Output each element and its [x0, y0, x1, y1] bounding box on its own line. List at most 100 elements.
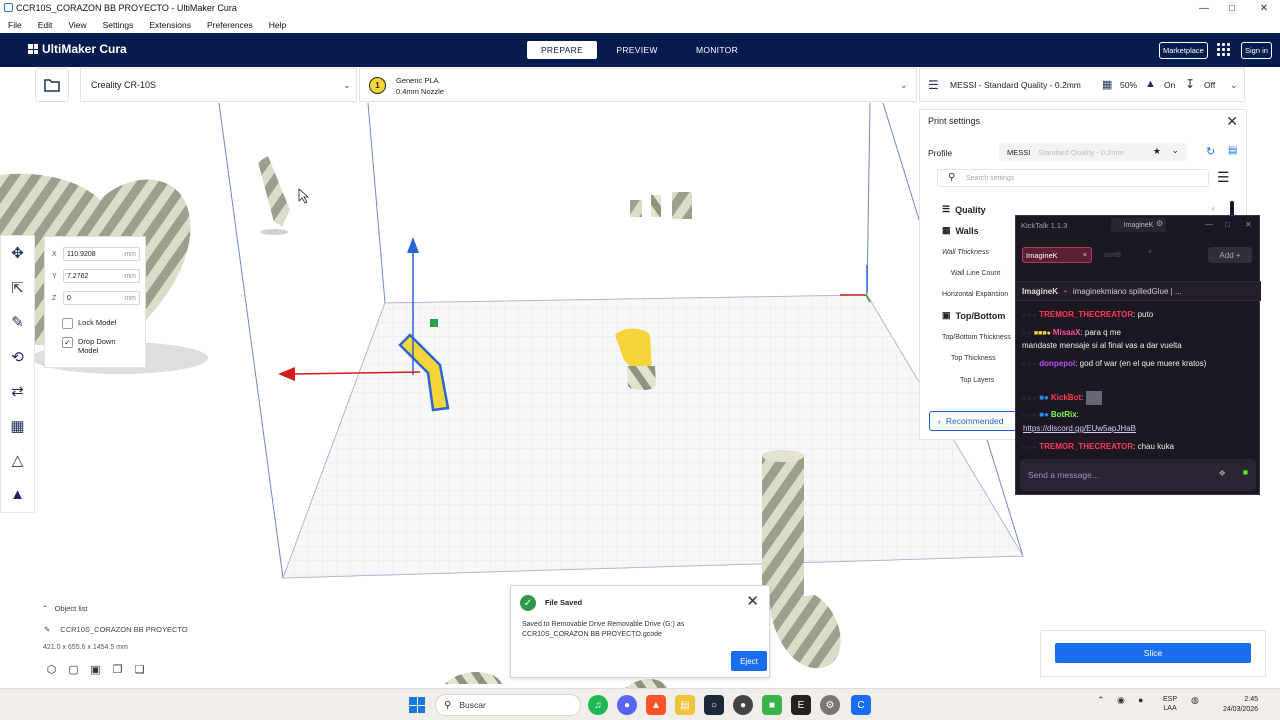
mirror-tool-icon[interactable]: ⇄ — [1, 374, 35, 409]
close-icon[interactable]: × — [1148, 249, 1152, 256]
menu-view[interactable]: View — [60, 20, 94, 30]
close-icon[interactable]: ✕ — [1245, 220, 1252, 229]
network-icon[interactable]: ◉ — [1117, 695, 1125, 706]
channel-chip[interactable]: ImagineK × — [1022, 247, 1092, 263]
menu-help[interactable]: Help — [261, 20, 294, 30]
minimize-icon[interactable]: — — [1205, 220, 1213, 229]
chat-link[interactable]: https://discord.gg/EUw5apJHaB — [1023, 424, 1136, 433]
checkmark-icon[interactable]: ✓ — [62, 337, 73, 348]
kick-emote-icon[interactable]: ■ — [1243, 467, 1248, 477]
search-settings-input[interactable]: ⚲ Search settings — [937, 169, 1209, 187]
menu-edit[interactable]: Edit — [30, 20, 61, 30]
epic-games-icon[interactable]: E — [791, 695, 811, 715]
chevron-up-icon[interactable]: ⌃ — [1097, 695, 1105, 706]
slice-button[interactable]: Slice — [1055, 643, 1251, 663]
close-icon[interactable]: × — [1083, 250, 1087, 259]
marketplace-button[interactable]: Marketplace — [1159, 42, 1208, 59]
taskbar-search[interactable]: ⚲ Buscar — [435, 694, 581, 716]
discord-icon[interactable]: ● — [617, 695, 637, 715]
move-tool-icon[interactable]: ✥ — [1, 236, 35, 271]
setting-wall-thickness[interactable]: Wall Thickness — [942, 249, 989, 256]
chat-user[interactable]: TREMOR_THECREATOR — [1039, 442, 1133, 451]
menu-file[interactable]: File — [0, 20, 30, 30]
chat-user[interactable]: BotRix — [1051, 410, 1077, 419]
brave-icon[interactable]: ▲ — [646, 695, 666, 715]
setting-top-thickness[interactable]: Top Thickness — [951, 355, 996, 362]
recommended-button[interactable]: ‹ Recommended — [929, 411, 1024, 431]
maximize-icon[interactable]: □ — [1225, 220, 1230, 229]
tab-prepare[interactable]: PREPARE — [527, 41, 597, 59]
add-channel-button[interactable]: Add + — [1208, 247, 1252, 263]
spotify-icon[interactable]: ♫ — [588, 695, 608, 715]
file-explorer-icon[interactable]: ▤ — [675, 695, 695, 715]
setting-top-layers[interactable]: Top Layers — [960, 377, 994, 384]
chat-user[interactable]: MisaaX — [1053, 328, 1081, 337]
chat-user[interactable]: donpepoi — [1039, 359, 1075, 368]
view-right-icon[interactable]: ❏ — [132, 662, 147, 676]
setting-topbottom-thickness[interactable]: Top/Bottom Thickness — [942, 334, 1011, 341]
checkbox-empty[interactable] — [62, 318, 73, 329]
language-indicator[interactable]: ESP LAA — [1163, 695, 1177, 713]
steam-icon[interactable]: ○ — [704, 695, 724, 715]
profile-dropdown[interactable]: MESSI Standard Quality - 0.2mm ★ ⌄ — [999, 143, 1187, 161]
close-icon[interactable]: ✕ — [746, 592, 759, 610]
open-file-button[interactable] — [35, 68, 69, 102]
per-model-settings-icon[interactable]: ▦ — [1, 409, 35, 444]
menu-preferences[interactable]: Preferences — [199, 20, 261, 30]
clock[interactable]: 2:45 24/03/2026 — [1218, 695, 1258, 715]
menu-settings[interactable]: Settings — [95, 20, 142, 30]
setting-wall-line-count[interactable]: Wall Line Count — [951, 270, 1000, 277]
menu-extensions[interactable]: Extensions — [141, 20, 199, 30]
category-topbottom[interactable]: ▣ Top/Bottom — [942, 310, 1005, 321]
cura-taskbar-icon[interactable]: C — [851, 695, 871, 715]
close-icon[interactable]: ✕ — [1226, 113, 1238, 130]
chat-user[interactable]: TREMOR_THECREATOR — [1039, 310, 1133, 319]
apps-grid-icon[interactable] — [1217, 43, 1230, 56]
support-blocker-icon[interactable]: △ — [1, 443, 35, 478]
view-3d-icon[interactable]: ⬡ — [44, 662, 59, 676]
eject-button[interactable]: Eject — [731, 651, 767, 671]
view-left-icon[interactable]: ❐ — [110, 662, 125, 676]
chat-user[interactable]: KickBot — [1051, 393, 1081, 402]
y-field[interactable]: 7.2762 mm — [63, 269, 140, 283]
drop-down-checkbox[interactable]: ✓ Drop Down Model — [62, 337, 132, 355]
github-icon[interactable]: ● — [733, 695, 753, 715]
close-icon[interactable]: ✕ — [1248, 0, 1280, 16]
x-field[interactable]: 110.9208 mm — [63, 247, 140, 261]
windows-start-icon[interactable] — [409, 697, 425, 713]
lock-model-checkbox[interactable]: Lock Model — [62, 318, 116, 329]
gear-icon[interactable]: ⚙ — [1156, 219, 1163, 228]
paint-tool-icon[interactable]: ✎ — [1, 305, 35, 340]
save-icon[interactable]: ▤ — [1228, 145, 1237, 156]
view-front-icon[interactable]: ▢ — [66, 662, 81, 676]
wifi-icon[interactable]: ◍ — [1191, 695, 1199, 706]
settings-gear-icon[interactable]: ⚙ — [820, 695, 840, 715]
object-list-toggle[interactable]: ⌃ Object list — [42, 604, 88, 613]
tab-preview[interactable]: PREVIEW — [597, 41, 677, 59]
mesh-tools-icon[interactable]: ▲ — [1, 478, 35, 513]
material-selector[interactable]: 1 Generic PLA 0.4mm Nozzle ⌄ — [359, 68, 917, 102]
printer-selector[interactable]: Creality CR-10S ⌄ — [80, 68, 357, 102]
chat-input[interactable]: Send a message... ❖ ■ — [1020, 459, 1256, 491]
maximize-icon[interactable]: □ — [1216, 0, 1248, 16]
reset-icon[interactable]: ↻ — [1206, 145, 1215, 158]
setting-horizontal-expansion[interactable]: Horizontal Expansion — [942, 291, 1008, 298]
menu-icon[interactable]: ☰ — [1217, 169, 1230, 186]
scale-tool-icon[interactable]: ⇱ — [1, 271, 35, 306]
z-field[interactable]: 0 mm — [63, 291, 140, 305]
signin-button[interactable]: Sign in — [1241, 42, 1272, 59]
category-walls[interactable]: ▦ Walls — [942, 225, 979, 236]
print-setup-selector[interactable]: ☰ MESSI - Standard Quality - 0.2mm ▦ 50%… — [919, 68, 1245, 102]
channel-chip-2[interactable]: soni9 × — [1101, 247, 1156, 263]
chat-message: ○ ○ ○ ■● BotRix: — [1022, 410, 1079, 419]
microphone-icon[interactable]: ● — [1138, 695, 1143, 705]
emote-picker-icon[interactable]: ❖ — [1218, 468, 1226, 479]
rotate-tool-icon[interactable]: ⟲ — [1, 340, 35, 375]
object-name-row[interactable]: ✎ CCR10S_CORAZON BB PROYECTO — [44, 625, 188, 634]
category-quality[interactable]: ☰ Quality — [942, 204, 986, 215]
tab-monitor[interactable]: MONITOR — [677, 41, 757, 59]
kicktalk-taskbar-icon[interactable]: ■ — [762, 695, 782, 715]
view-top-icon[interactable]: ▣ — [88, 662, 103, 676]
pencil-icon[interactable]: ✎ — [44, 625, 50, 634]
star-icon[interactable]: ★ — [1153, 146, 1161, 157]
